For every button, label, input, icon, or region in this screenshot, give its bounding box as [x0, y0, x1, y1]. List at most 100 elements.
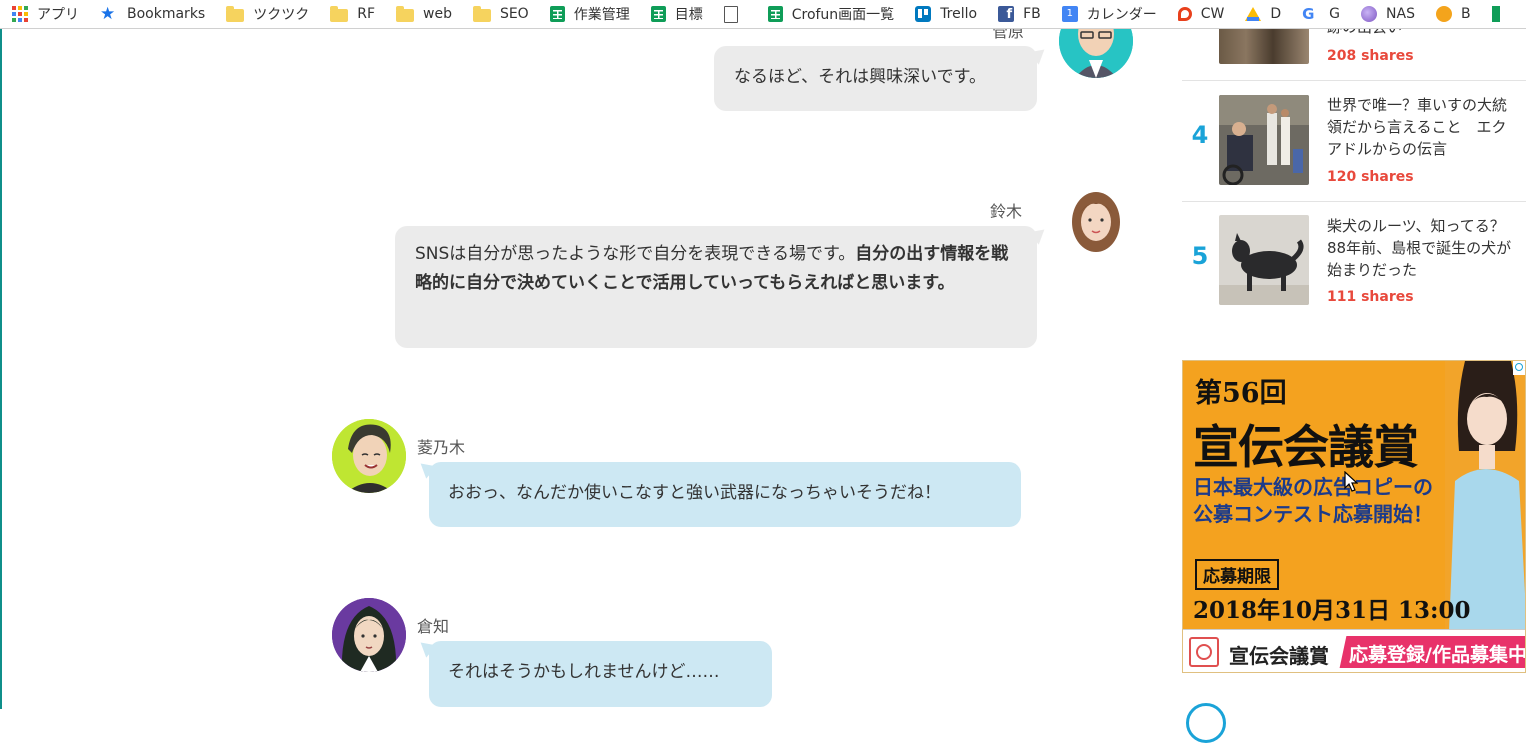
ad-cta-button[interactable]: 応募登録/作品募集中: [1349, 640, 1525, 667]
bookmark-b[interactable]: B: [1424, 4, 1480, 24]
bookmark-bookmarks[interactable]: ★ Bookmarks: [88, 4, 214, 24]
ad-deadline-label: 応募期限: [1195, 559, 1279, 590]
bookmark-label: G: [1329, 6, 1341, 22]
bookmark-label: Trello: [940, 6, 978, 22]
article-thumbnail[interactable]: [1219, 95, 1309, 185]
bookmark-label: Bookmarks: [127, 6, 206, 22]
ranking-item[interactable]: 4 世界で唯一？車いすの大統領だから言えること エクアドルからの伝言 120 s…: [1182, 81, 1526, 202]
ad-deadline: 2018年10月31日 13:00: [1193, 597, 1471, 624]
folder-icon: [472, 5, 491, 22]
bookmarks-bar: アプリ ★ Bookmarks ツクツク RF web SEO 作業管理 目標 …: [0, 0, 1526, 29]
bookmark-label: 作業管理: [573, 7, 630, 23]
bookmark-fb[interactable]: f FB: [986, 4, 1050, 24]
bookmark-label: web: [423, 6, 452, 22]
sheets-icon: [1491, 6, 1500, 22]
ad-banner[interactable]: 第56回 宣伝会議賞 日本最大級の広告コピーの 公募コンテスト応募開始！ 応募期…: [1182, 360, 1526, 673]
bookmark-folder-tsukutsuku[interactable]: ツクツク: [214, 4, 318, 24]
bookmark-google[interactable]: G G: [1290, 4, 1349, 24]
bookmark-label: B: [1460, 6, 1471, 22]
folder-icon: [330, 5, 349, 22]
man-avatar-illustration: [332, 598, 406, 672]
ad-subtitle: 公募コンテスト応募開始！: [1193, 502, 1433, 526]
chatwork-icon: [1177, 7, 1192, 21]
bookmark-nas[interactable]: NAS: [1349, 4, 1424, 24]
rank-number: 4: [1191, 121, 1209, 149]
trello-icon: [915, 6, 932, 22]
nas-icon: [1361, 6, 1378, 22]
sheets-icon: [767, 6, 783, 22]
bookmark-crofun[interactable]: Crofun画面一覧: [756, 4, 903, 24]
bookmark-label: NAS: [1386, 6, 1415, 22]
calendar-icon: 1: [1061, 6, 1078, 22]
chat-bubble: おおっ、なんだか使いこなすと強い武器になっちゃいそうだね！: [429, 462, 1021, 527]
ranking-item[interactable]: 5 柴犬のルーツ、知ってる？ 88年前、島根で誕生の犬が始まりだった 111 s…: [1182, 202, 1526, 322]
woman-avatar-photo: [1059, 184, 1133, 258]
avatar: [1059, 184, 1133, 258]
document-icon: [723, 5, 738, 23]
wheelchair-president-photo: [1219, 95, 1309, 185]
star-icon: ★: [100, 4, 116, 24]
share-count: 120 shares: [1327, 169, 1414, 185]
bookmark-label: ツクツク: [253, 7, 310, 23]
bookmark-label: 目標: [674, 7, 703, 23]
bookmark-label: FB: [1023, 6, 1041, 22]
bookmark-folder-web[interactable]: web: [384, 4, 461, 24]
bookmark-label: CW: [1200, 6, 1225, 22]
speaker-name: 倉知: [417, 617, 450, 636]
ad-edition: 第56回: [1195, 378, 1287, 409]
ad-brand: 宣伝会議賞: [1229, 644, 1329, 668]
bookmark-sagyo-kanri[interactable]: 作業管理: [538, 4, 639, 24]
ad-info-icon[interactable]: [1513, 361, 1525, 375]
message-text: おおっ、なんだか使いこなすと強い武器になっちゃいそうだね！: [448, 483, 941, 503]
bookmark-overflow[interactable]: [1480, 4, 1509, 24]
b-icon: [1435, 6, 1452, 22]
chat-bubble: なるほど、それは興味深いです。: [714, 46, 1037, 111]
ad-subtitle: 日本最大級の広告コピーの: [1193, 475, 1433, 499]
article-thumbnail[interactable]: [1219, 215, 1309, 305]
bookmark-folder-seo[interactable]: SEO: [461, 4, 538, 24]
avatar: [332, 419, 406, 493]
bookmark-cw[interactable]: CW: [1166, 4, 1234, 24]
bookmark-document[interactable]: [712, 4, 756, 24]
chat-bubble: SNSは自分が思ったような形で自分を表現できる場です。自分の出す情報を戦略的に自…: [395, 226, 1037, 348]
article-title[interactable]: 柴犬のルーツ、知ってる？ 88年前、島根で誕生の犬が始まりだった: [1327, 215, 1521, 281]
article-title[interactable]: 世界で唯一？車いすの大統領だから言えること エクアドルからの伝言: [1327, 94, 1521, 160]
man-avatar-illustration: [332, 419, 406, 493]
rank-number: 5: [1191, 242, 1209, 270]
bookmark-apps[interactable]: アプリ: [0, 4, 88, 24]
facebook-icon: f: [998, 6, 1015, 22]
bookmark-label: SEO: [499, 6, 529, 22]
window-edge: [0, 0, 2, 709]
bookmark-label: D: [1270, 6, 1282, 22]
message-text: それはそうかもしれませんけど……: [448, 662, 720, 682]
ad-title: 宣伝会議賞: [1193, 420, 1419, 474]
scroll-to-top-icon[interactable]: [1186, 703, 1226, 743]
ad-footer: 宣伝会議賞 応募登録/作品募集中: [1183, 629, 1525, 672]
ad-logo-icon: [1189, 637, 1219, 667]
drive-icon: [1245, 7, 1262, 21]
message-text: なるほど、それは興味深いです。: [734, 67, 986, 87]
sheets-icon: [650, 6, 666, 22]
shiba-dog-photo: [1219, 215, 1309, 305]
bookmark-label: RF: [357, 6, 375, 22]
bookmark-label: カレンダー: [1086, 7, 1157, 23]
bookmark-calendar[interactable]: 1 カレンダー: [1050, 4, 1166, 24]
sheets-icon: [549, 6, 565, 22]
bookmark-folder-rf[interactable]: RF: [318, 4, 384, 24]
share-count: 111 shares: [1327, 289, 1414, 305]
speaker-name: 鈴木: [990, 202, 1023, 221]
bookmark-label: Crofun画面一覧: [791, 7, 895, 23]
bookmark-label: アプリ: [37, 7, 79, 23]
avatar: [332, 598, 406, 672]
chat-bubble: それはそうかもしれませんけど……: [429, 641, 772, 707]
bookmark-trello[interactable]: Trello: [903, 4, 986, 24]
mouse-cursor-icon: [1344, 471, 1358, 492]
speaker-name: 菱乃木: [417, 438, 466, 457]
message-text: SNSは自分が思ったような形で自分を表現できる場です。: [415, 244, 856, 264]
google-icon: G: [1302, 5, 1315, 23]
bookmark-drive[interactable]: D: [1233, 4, 1290, 24]
folder-icon: [396, 5, 414, 22]
share-count: 208 shares: [1327, 48, 1414, 64]
bookmark-mokuhyo[interactable]: 目標: [639, 4, 712, 24]
folder-icon: [226, 5, 245, 22]
